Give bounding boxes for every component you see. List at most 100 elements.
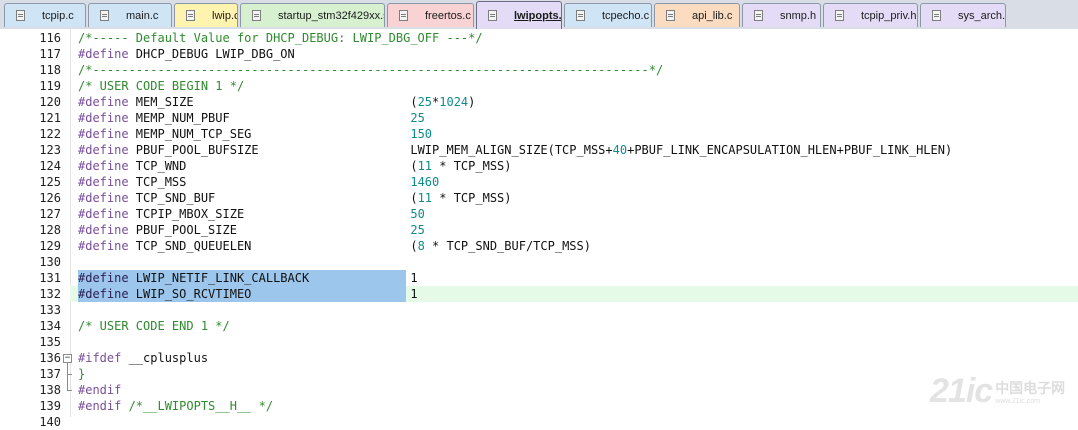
tab-tcpecho-c[interactable]: tcpecho.c xyxy=(564,3,652,27)
code-line[interactable]: #define TCP_WND (11 * TCP_MSS) xyxy=(78,158,512,174)
fold-collapse-icon[interactable]: − xyxy=(63,354,72,363)
tab-tcpip-priv-h[interactable]: tcpip_priv.h xyxy=(823,3,918,27)
code-line[interactable]: #define TCP_SND_BUF (11 * TCP_MSS) xyxy=(78,190,512,206)
code-line[interactable]: } xyxy=(78,366,85,382)
code-line[interactable]: #ifdef __cplusplus xyxy=(78,350,208,366)
code-line[interactable]: #define PBUF_POOL_BUFSIZE LWIP_MEM_ALIGN… xyxy=(78,142,952,158)
preprocessor-directive: #define xyxy=(78,191,129,205)
line-number-gutter: 116 117 118 119 120 121 122 123 124 125 126 127 128 1… xyxy=(0,29,72,429)
line-number: 140 xyxy=(39,415,61,429)
tab-main-c[interactable]: main.c xyxy=(88,3,172,27)
code-text: DHCP_DEBUG LWIP_DBG_ON xyxy=(128,47,295,61)
code-comment: /* USER CODE BEGIN 1 */ xyxy=(78,79,245,93)
code-text: TCP_WND ( xyxy=(128,159,418,173)
tab-snmp-h[interactable]: snmp.h xyxy=(742,3,821,27)
code-line[interactable]: #define TCP_MSS 1460 xyxy=(78,174,439,190)
numeric-literal: 11 xyxy=(417,191,433,205)
code-text: +PBUF_LINK_ENCAPSULATION_HLEN+PBUF_LINK_… xyxy=(627,143,953,157)
code-line[interactable]: #define TCPIP_MBOX_SIZE 50 xyxy=(78,206,425,222)
file-icon xyxy=(932,10,941,21)
line-number: 121 xyxy=(39,111,61,125)
code-text: TCPIP_MBOX_SIZE xyxy=(128,207,411,221)
code-text: TCP_MSS xyxy=(128,175,411,189)
tab-api-lib-c[interactable]: api_lib.c xyxy=(654,3,740,27)
fold-end-marker xyxy=(67,390,72,391)
code-text: LWIP_NETIF_LINK_CALLBACK 1 xyxy=(128,271,418,285)
code-line[interactable]: /* USER CODE BEGIN 1 */ xyxy=(78,78,244,94)
line-number: 127 xyxy=(39,207,61,221)
code-line[interactable]: /*--------------------------------------… xyxy=(78,62,663,78)
tab-label: freertos.c xyxy=(425,9,471,22)
line-number: 117 xyxy=(39,47,61,61)
code-text: PBUF_POOL_BUFSIZE LWIP_MEM_ALIGN_SIZE(TC… xyxy=(128,143,613,157)
preprocessor-directive: #define xyxy=(78,111,129,125)
watermark-url: www.21ic.com xyxy=(995,397,1040,405)
line-number: 128 xyxy=(39,223,61,237)
file-icon xyxy=(576,10,585,21)
numeric-literal: 11 xyxy=(417,159,433,173)
code-comment: } xyxy=(78,367,86,381)
tab-lwip-c[interactable]: lwip.c xyxy=(174,3,238,27)
line-number: 137 xyxy=(39,367,61,381)
line-number: 138 xyxy=(39,383,61,397)
code-line[interactable]: #define PBUF_POOL_SIZE 25 xyxy=(78,222,425,238)
preprocessor-directive: #define xyxy=(78,47,129,61)
tab-label: snmp.h xyxy=(780,9,817,22)
preprocessor-directive: #endif xyxy=(78,399,122,413)
line-number: 133 xyxy=(39,303,61,317)
code-line[interactable]: #define DHCP_DEBUG LWIP_DBG_ON xyxy=(78,46,295,62)
tab-label: tcpip_priv.h xyxy=(861,9,917,22)
preprocessor-directive: #define xyxy=(78,127,129,141)
preprocessor-directive: #define xyxy=(78,143,129,157)
tab-tcpip-c[interactable]: tcpip.c xyxy=(4,3,86,27)
tab-freertos-c[interactable]: freertos.c xyxy=(387,3,474,27)
line-number: 129 xyxy=(39,239,61,253)
numeric-literal: 25 xyxy=(410,111,425,125)
tab-sys-arch-c[interactable]: sys_arch.c xyxy=(920,3,1006,27)
line-number: 122 xyxy=(39,127,61,141)
file-icon xyxy=(16,10,25,21)
code-editor[interactable]: 116 117 118 119 120 121 122 123 124 125 126 127 128 1… xyxy=(0,29,1078,429)
line-number: 131 xyxy=(39,271,61,285)
numeric-literal: 40 xyxy=(612,143,628,157)
tab-label: tcpecho.c xyxy=(602,9,650,22)
code-line[interactable]: #define TCP_SND_QUEUELEN (8 * TCP_SND_BU… xyxy=(78,238,591,254)
code-line[interactable]: #define LWIP_SO_RCVTIMEO 1 xyxy=(78,286,418,302)
code-line[interactable]: #define MEMP_NUM_PBUF 25 xyxy=(78,110,425,126)
numeric-literal: 150 xyxy=(410,127,433,141)
code-text: __cplusplus xyxy=(121,351,209,365)
code-line[interactable]: #endif /*__LWIPOPTS__H__ */ xyxy=(78,398,273,414)
numeric-literal: 1024 xyxy=(439,95,469,109)
tab-label: lwipopts.h xyxy=(514,9,562,22)
code-text: PBUF_POOL_SIZE xyxy=(128,223,411,237)
tab-label: sys_arch.c xyxy=(958,9,1006,22)
code-text: * TCP_MSS) xyxy=(432,191,512,205)
tab-startup-stm32f429xx-s[interactable]: startup_stm32f429xx.s xyxy=(240,3,385,27)
code-text: LWIP_SO_RCVTIMEO 1 xyxy=(128,287,418,301)
site-watermark: 21ic 中国电子网 www.21ic.com xyxy=(930,370,1070,412)
code-line[interactable]: #define MEM_SIZE (25*1024) xyxy=(78,94,475,110)
numeric-literal: 25 xyxy=(417,95,433,109)
code-line[interactable]: #define MEMP_NUM_TCP_SEG 150 xyxy=(78,126,432,142)
watermark-chinese-text: 中国电子网 xyxy=(995,380,1066,397)
tab-lwipopts-h[interactable]: lwipopts.h xyxy=(476,1,562,29)
line-number: 119 xyxy=(39,79,61,93)
code-line[interactable]: /* USER CODE END 1 */ xyxy=(78,318,230,334)
line-number: 132 xyxy=(39,287,61,301)
code-text: MEMP_NUM_TCP_SEG xyxy=(128,127,411,141)
code-line[interactable]: #define LWIP_NETIF_LINK_CALLBACK 1 xyxy=(78,270,418,286)
line-number: 123 xyxy=(39,143,61,157)
numeric-literal: 25 xyxy=(410,223,425,237)
preprocessor-directive: #define xyxy=(78,271,129,285)
line-number: 134 xyxy=(39,319,61,333)
preprocessor-directive: #define xyxy=(78,239,129,253)
code-comment: /*----- Default Value for DHCP_DEBUG: LW… xyxy=(78,31,483,45)
code-line[interactable]: #endif xyxy=(78,382,121,398)
preprocessor-directive: #ifdef xyxy=(78,351,122,365)
preprocessor-directive: #define xyxy=(78,287,129,301)
numeric-literal: 1460 xyxy=(410,175,440,189)
preprocessor-directive: #define xyxy=(78,207,129,221)
fold-end-marker xyxy=(67,374,72,375)
line-number: 130 xyxy=(39,255,61,269)
code-line[interactable]: /*----- Default Value for DHCP_DEBUG: LW… xyxy=(78,30,483,46)
